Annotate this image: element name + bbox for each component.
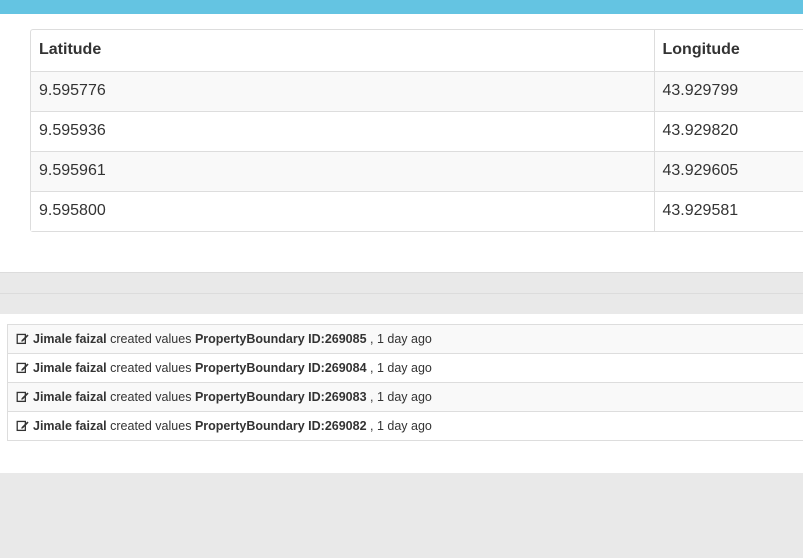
activity-target-link[interactable]: PropertyBoundary ID:269084 [195, 361, 367, 375]
edit-icon [16, 391, 29, 403]
edit-icon [16, 362, 29, 374]
activity-log-item: Jimale faizal created values PropertyBou… [8, 354, 803, 383]
table-header-row: Latitude Longitude [31, 30, 803, 71]
longitude-cell: 43.929581 [654, 190, 803, 231]
activity-user-link[interactable]: Jimale faizal [33, 361, 107, 375]
table-row: 9.595936 43.929820 [31, 110, 803, 151]
activity-action-text: created values [110, 419, 192, 433]
activity-log-item: Jimale faizal created values PropertyBou… [8, 325, 803, 354]
activity-log-item: Jimale faizal created values PropertyBou… [8, 383, 803, 412]
latitude-header: Latitude [31, 30, 655, 71]
activity-target-link[interactable]: PropertyBoundary ID:269082 [195, 419, 367, 433]
section-divider [0, 293, 803, 294]
longitude-cell: 43.929799 [654, 70, 803, 111]
activity-action-text: created values [110, 332, 192, 346]
activity-action-text: created values [110, 361, 192, 375]
latitude-cell: 9.595776 [31, 70, 655, 111]
activity-user-link[interactable]: Jimale faizal [33, 332, 107, 346]
latitude-cell: 9.595800 [31, 190, 655, 231]
longitude-cell: 43.929820 [654, 110, 803, 151]
table-row: 9.595800 43.929581 [31, 190, 803, 231]
edit-icon [16, 420, 29, 432]
activity-user-link[interactable]: Jimale faizal [33, 390, 107, 404]
longitude-cell: 43.929605 [654, 150, 803, 191]
table-row: 9.595961 43.929605 [31, 150, 803, 191]
coordinates-panel: Latitude Longitude 9.595776 43.929799 9.… [0, 14, 803, 273]
panel-header-band [0, 0, 803, 14]
activity-target-link[interactable]: PropertyBoundary ID:269085 [195, 332, 367, 346]
activity-log-list: Jimale faizal created values PropertyBou… [7, 324, 803, 441]
table-row: 9.595776 43.929799 [31, 70, 803, 111]
coordinates-table-wrapper: Latitude Longitude 9.595776 43.929799 9.… [30, 29, 803, 232]
activity-time-text: , 1 day ago [370, 390, 432, 404]
coordinates-table: Latitude Longitude 9.595776 43.929799 9.… [31, 30, 803, 231]
activity-target-link[interactable]: PropertyBoundary ID:269083 [195, 390, 367, 404]
activity-time-text: , 1 day ago [370, 419, 432, 433]
activity-panel: Jimale faizal created values PropertyBou… [0, 314, 803, 473]
latitude-cell: 9.595936 [31, 110, 655, 151]
longitude-header: Longitude [662, 41, 740, 59]
activity-time-text: , 1 day ago [370, 361, 432, 375]
activity-user-link[interactable]: Jimale faizal [33, 419, 107, 433]
edit-icon [16, 333, 29, 345]
activity-log-item: Jimale faizal created values PropertyBou… [8, 412, 803, 441]
activity-action-text: created values [110, 390, 192, 404]
latitude-cell: 9.595961 [31, 150, 655, 191]
activity-time-text: , 1 day ago [370, 332, 432, 346]
